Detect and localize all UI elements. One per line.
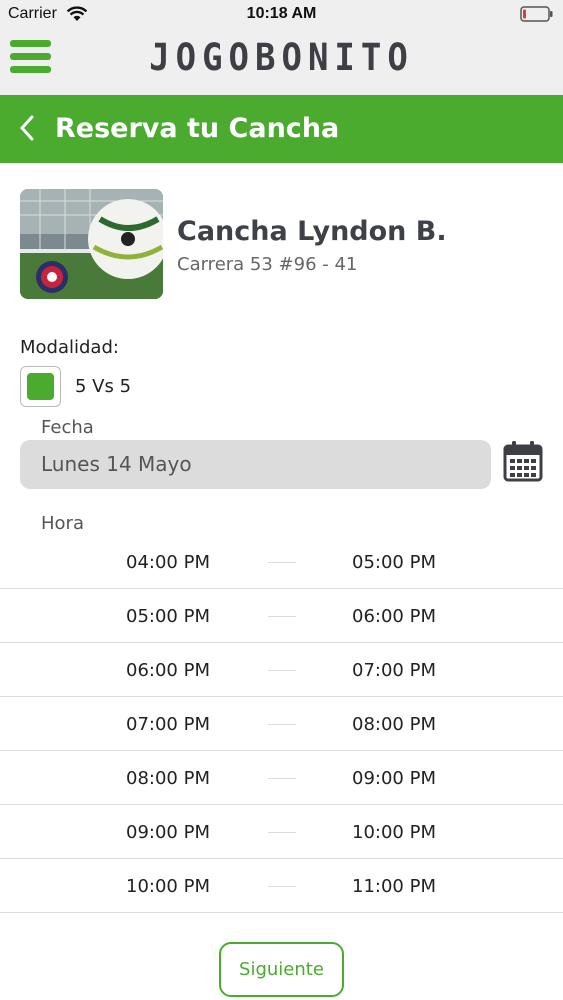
calendar-icon[interactable]: [503, 440, 543, 482]
status-time: 10:18 AM: [246, 5, 317, 22]
slot-end-time: 07:00 PM: [352, 660, 436, 681]
slot-separator: [268, 670, 296, 671]
time-slot-list: 04:00 PM 05:00 PM 05:00 PM 06:00 PM 06:0…: [0, 535, 563, 913]
status-bar: Carrier 10:18 AM: [0, 0, 563, 28]
time-slot-row[interactable]: 07:00 PM 08:00 PM: [0, 697, 563, 751]
time-slot-row[interactable]: 05:00 PM 06:00 PM: [0, 589, 563, 643]
time-slot-row[interactable]: 08:00 PM 09:00 PM: [0, 751, 563, 805]
venue-name: Cancha Lyndon B.: [177, 216, 447, 247]
hora-label: Hora: [41, 513, 84, 534]
chevron-left-icon[interactable]: [16, 113, 38, 143]
modalidad-checkbox[interactable]: [20, 366, 61, 407]
brand-logo: JOGOBONITO: [149, 36, 414, 80]
slot-end-time: 08:00 PM: [352, 714, 436, 735]
slot-separator: [268, 562, 296, 563]
fecha-label: Fecha: [41, 417, 94, 438]
slot-end-time: 05:00 PM: [352, 552, 436, 573]
slot-separator: [268, 832, 296, 833]
slot-end-time: 11:00 PM: [352, 876, 436, 897]
date-field[interactable]: Lunes 14 Mayo: [20, 440, 491, 489]
checkbox-fill: [27, 373, 54, 400]
time-slot-row[interactable]: 06:00 PM 07:00 PM: [0, 643, 563, 697]
modalidad-label: Modalidad:: [20, 337, 119, 358]
modalidad-option-label: 5 Vs 5: [75, 376, 132, 397]
app-header: JOGOBONITO: [0, 28, 563, 95]
battery-icon: [520, 6, 553, 22]
slot-separator: [268, 778, 296, 779]
venue-address: Carrera 53 #96 - 41: [177, 254, 358, 275]
time-slot-row[interactable]: 04:00 PM 05:00 PM: [0, 535, 563, 589]
page-title: Reserva tu Cancha: [55, 113, 340, 144]
venue-photo: [20, 189, 163, 299]
next-button[interactable]: Siguiente: [219, 942, 344, 997]
slot-end-time: 09:00 PM: [352, 768, 436, 789]
time-slot-row[interactable]: 09:00 PM 10:00 PM: [0, 805, 563, 859]
slot-separator: [268, 724, 296, 725]
slot-separator: [268, 616, 296, 617]
time-slot-row[interactable]: 10:00 PM 11:00 PM: [0, 859, 563, 913]
slot-separator: [268, 886, 296, 887]
slot-end-time: 10:00 PM: [352, 822, 436, 843]
title-bar: Reserva tu Cancha: [0, 95, 563, 163]
slot-end-time: 06:00 PM: [352, 606, 436, 627]
